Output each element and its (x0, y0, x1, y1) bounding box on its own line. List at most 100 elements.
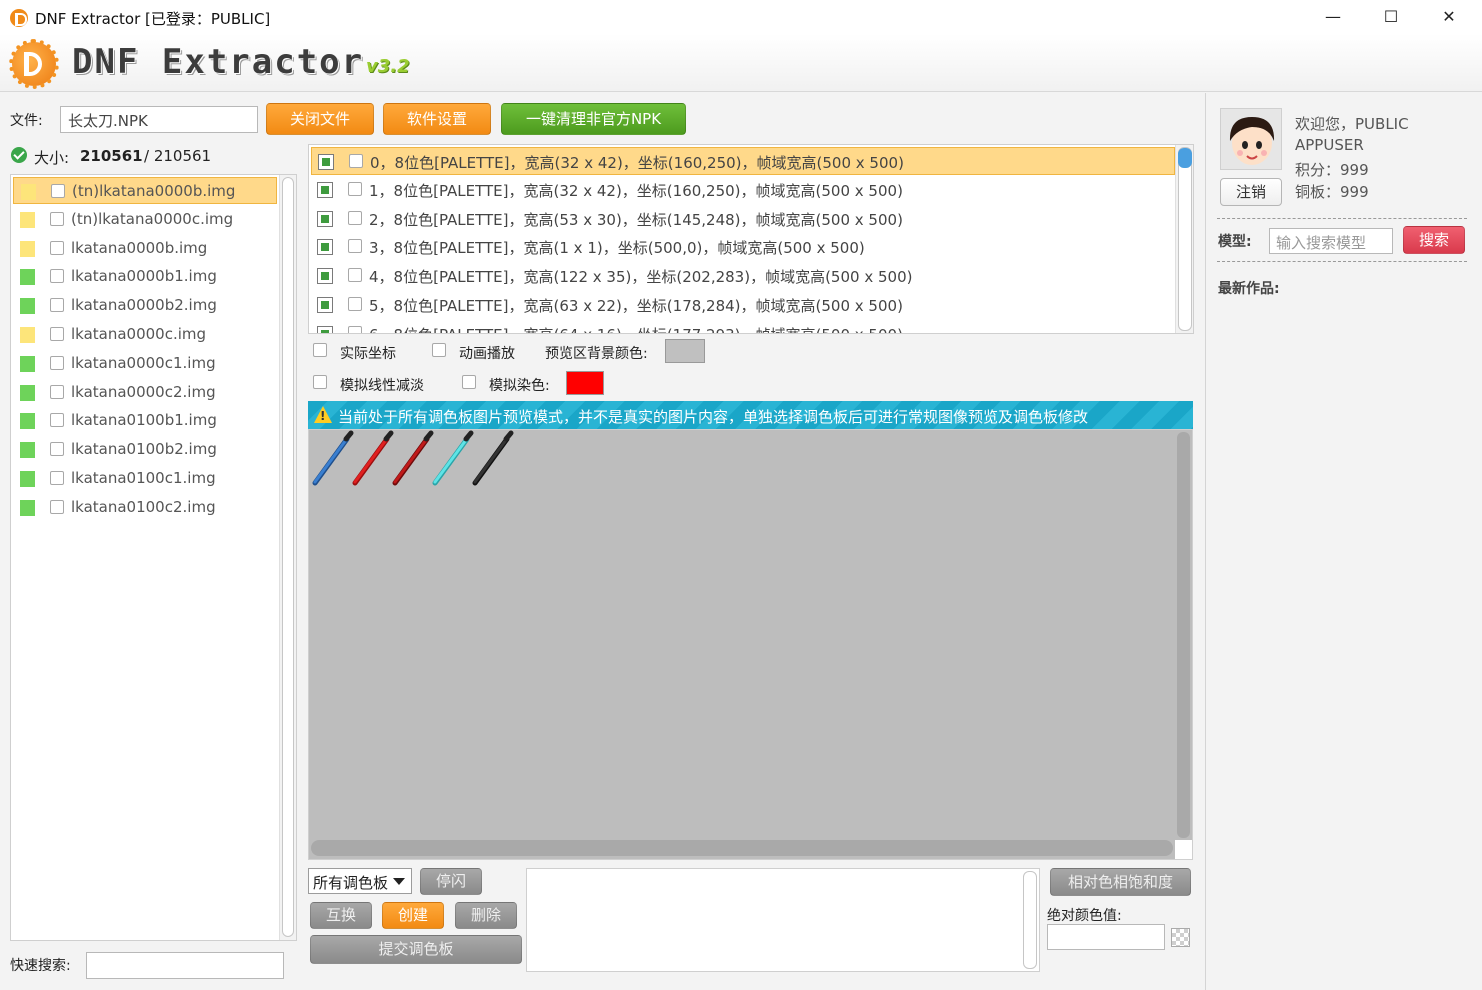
preview-v-scrollbar[interactable] (1175, 430, 1192, 859)
file-list-item[interactable]: lkatana0000b2.img (13, 292, 277, 319)
abs-color-input[interactable] (1047, 924, 1165, 950)
image-checkbox[interactable] (348, 181, 362, 196)
logout-button[interactable]: 注销 (1220, 178, 1282, 206)
image-checkbox[interactable] (348, 210, 362, 225)
file-type-icon (20, 327, 35, 343)
file-list-item[interactable]: lkatana0000c.img (13, 321, 277, 348)
katana-sprite (392, 430, 434, 486)
actual-coords-checkbox[interactable] (313, 343, 327, 357)
file-name: lkatana0100c2.img (71, 497, 216, 516)
palette-scroll-thumb[interactable] (1023, 871, 1037, 969)
stop-flash-button[interactable]: 停闪 (420, 868, 482, 895)
preview-v-scroll-thumb[interactable] (1177, 432, 1190, 838)
image-list-scrollbar[interactable] (1175, 145, 1193, 333)
palette-select[interactable]: 所有调色板 (308, 868, 412, 894)
maximize-button[interactable]: ☐ (1362, 0, 1420, 34)
file-name: lkatana0000b2.img (71, 296, 217, 315)
file-type-icon (20, 442, 35, 459)
image-list-item[interactable]: 1，8位色[PALETTE]，宽高(32 x 42)，坐标(160,250)，帧… (311, 176, 1175, 204)
file-list-item[interactable]: lkatana0100c1.img (13, 465, 277, 492)
quick-search-input[interactable] (86, 952, 284, 979)
katana-sprite (352, 430, 394, 486)
image-checkbox[interactable] (348, 268, 362, 283)
file-list[interactable]: (tn)lkatana0000b.img (tn)lkatana0000c.img… (10, 174, 297, 941)
file-path-input[interactable]: 长太刀.NPK (60, 106, 258, 133)
check-icon (11, 147, 27, 163)
image-icon (317, 268, 333, 285)
bg-color-swatch[interactable] (665, 339, 705, 363)
close-file-button[interactable]: 关闭文件 (266, 103, 374, 135)
minimize-button[interactable]: — (1304, 0, 1362, 34)
file-list-item[interactable]: lkatana0000b.img (13, 235, 277, 262)
dye-color-swatch[interactable] (566, 371, 604, 395)
file-name: lkatana0000c1.img (71, 353, 216, 372)
file-checkbox[interactable] (50, 499, 64, 514)
relative-hsl-button[interactable]: 相对色相饱和度 (1050, 868, 1191, 896)
file-list-item[interactable]: (tn)lkatana0000c.img (13, 206, 277, 233)
image-list-item[interactable]: 6，8位色[PALETTE]，宽高(64 x 16)，坐标(177,293)，帧… (311, 320, 1175, 333)
delete-button[interactable]: 删除 (455, 902, 517, 929)
image-checkbox[interactable] (348, 325, 362, 333)
file-checkbox[interactable] (51, 184, 65, 198)
animation-checkbox[interactable] (432, 343, 446, 357)
file-checkbox[interactable] (50, 471, 64, 485)
katana-sprite (432, 430, 474, 486)
file-list-item[interactable]: lkatana0100c2.img (13, 494, 277, 521)
image-checkbox[interactable] (348, 297, 362, 311)
image-list-item[interactable]: 3，8位色[PALETTE]，宽高(1 x 1)，坐标(500,0)，帧域宽高(… (311, 233, 1175, 261)
file-list-item[interactable]: lkatana0000c2.img (13, 379, 277, 406)
image-list-item[interactable]: 5，8位色[PALETTE]，宽高(63 x 22)，坐标(178,284)，帧… (311, 291, 1175, 319)
file-name: lkatana0000b.img (71, 238, 208, 257)
swap-button[interactable]: 互换 (310, 902, 372, 929)
file-list-scrollbar[interactable] (279, 175, 296, 940)
file-type-icon (20, 355, 35, 372)
file-checkbox[interactable] (50, 355, 64, 370)
preview-area[interactable] (308, 429, 1193, 860)
image-list-scroll-track[interactable] (1178, 147, 1192, 331)
linear-fade-checkbox[interactable] (313, 375, 327, 389)
palette-color-grid[interactable] (526, 868, 1040, 972)
brand-title: DNF Extractor (72, 42, 365, 82)
transparent-color-icon[interactable] (1171, 928, 1190, 947)
file-list-item[interactable]: lkatana0000c1.img (13, 350, 277, 377)
image-checkbox[interactable] (348, 239, 362, 254)
file-type-icon (20, 384, 35, 401)
file-list-item[interactable]: lkatana0000b1.img (13, 263, 277, 290)
image-icon (318, 154, 334, 170)
bg-color-label: 预览区背景颜色: (545, 346, 648, 362)
image-list[interactable]: 0，8位色[PALETTE]，宽高(32 x 42)，坐标(160,250)，帧… (308, 144, 1194, 334)
dye-checkbox[interactable] (462, 375, 476, 389)
file-checkbox[interactable] (50, 442, 64, 457)
clean-npk-button[interactable]: 一键清理非官方NPK (501, 103, 686, 135)
image-list-item[interactable]: 0，8位色[PALETTE]，宽高(32 x 42)，坐标(160,250)，帧… (311, 147, 1175, 175)
image-checkbox[interactable] (349, 154, 363, 168)
file-type-icon (20, 269, 35, 286)
model-search-button[interactable]: 搜索 (1403, 226, 1465, 254)
file-list-item[interactable]: (tn)lkatana0000b.img (13, 177, 277, 204)
image-info: 3，8位色[PALETTE]，宽高(1 x 1)，坐标(500,0)，帧域宽高(… (369, 239, 865, 258)
file-list-item[interactable]: lkatana0100b2.img (13, 436, 277, 463)
image-list-item[interactable]: 2，8位色[PALETTE]，宽高(53 x 30)，坐标(145,248)，帧… (311, 205, 1175, 233)
close-window-button[interactable]: ✕ (1420, 0, 1478, 34)
file-list-item[interactable]: lkatana0100b1.img (13, 407, 277, 434)
chevron-down-icon (393, 878, 405, 885)
file-checkbox[interactable] (50, 384, 64, 399)
file-checkbox[interactable] (50, 211, 64, 226)
file-list-scroll-thumb[interactable] (282, 177, 294, 937)
file-checkbox[interactable] (50, 298, 64, 313)
settings-button[interactable]: 软件设置 (383, 103, 491, 135)
preview-h-scroll-thumb[interactable] (311, 840, 1173, 856)
divider (1217, 218, 1467, 219)
file-checkbox[interactable] (50, 327, 64, 341)
file-checkbox[interactable] (50, 240, 64, 255)
submit-palette-button[interactable]: 提交调色板 (310, 935, 522, 964)
file-checkbox[interactable] (50, 269, 64, 284)
image-list-item[interactable]: 4，8位色[PALETTE]，宽高(122 x 35)，坐标(202,283)，… (311, 262, 1175, 290)
model-search-input[interactable]: 输入搜索模型 (1269, 228, 1393, 254)
image-list-scroll-thumb[interactable] (1178, 148, 1192, 168)
user-points: 积分：999 (1295, 161, 1369, 179)
katana-sprite (312, 430, 354, 486)
file-checkbox[interactable] (50, 413, 64, 428)
create-button[interactable]: 创建 (382, 902, 444, 929)
animation-label: 动画播放 (459, 346, 515, 362)
